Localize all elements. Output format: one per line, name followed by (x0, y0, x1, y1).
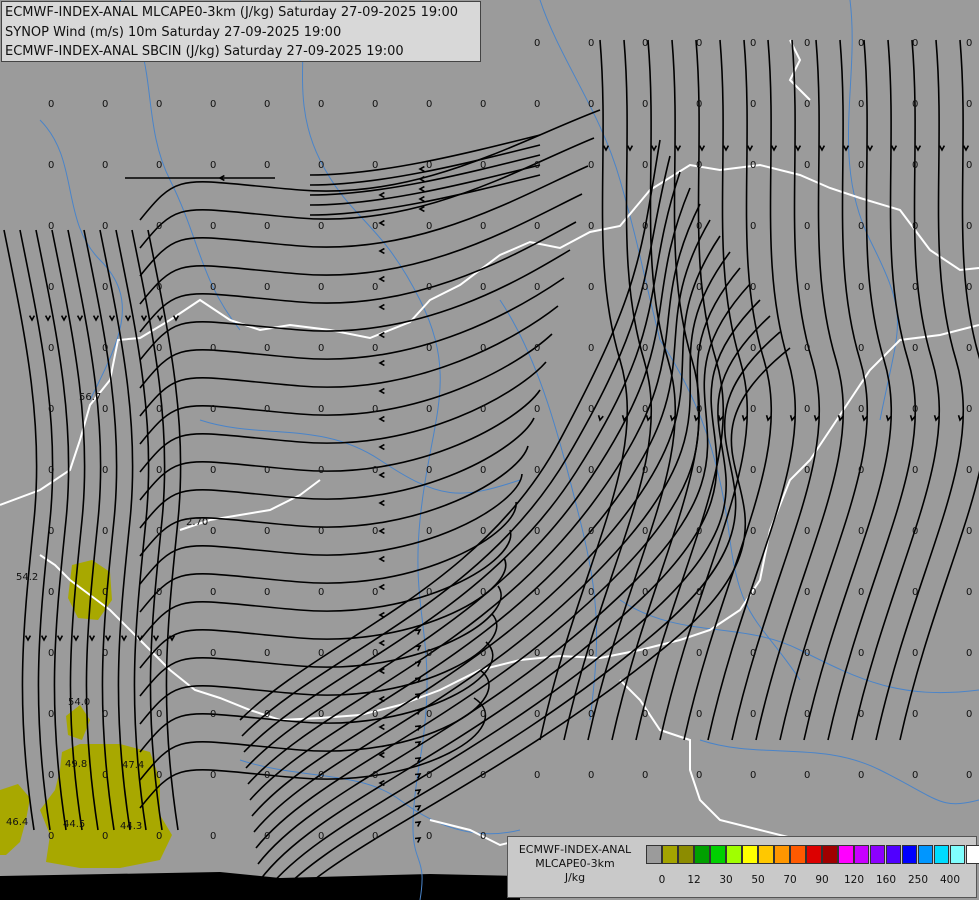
legend-swatch (853, 845, 870, 864)
color-legend: ECMWF-INDEX-ANAL MLCAPE0-3km J/kg 0 12 30 5… (507, 836, 979, 898)
legend-swatch (869, 845, 886, 864)
legend-model: ECMWF-INDEX-ANAL (518, 843, 632, 856)
legend-swatch (837, 845, 854, 864)
legend-swatch (646, 845, 662, 864)
legend-swatch (773, 845, 790, 864)
legend-tick-label: 120 (843, 874, 865, 886)
legend-swatch (677, 845, 694, 864)
legend-swatch (725, 845, 742, 864)
legend-swatch (885, 845, 902, 864)
legend-unit: J/kg (564, 871, 586, 884)
title-line-wind: SYNOP Wind (m/s) 10m Saturday 27-09-2025… (5, 24, 342, 40)
title-line-cape: ECMWF-INDEX-ANAL MLCAPE0-3km (J/kg) Satu… (5, 5, 459, 20)
legend-ticks: 0 12 30 50 70 90 120 160 250 400 (646, 874, 976, 888)
legend-swatch (965, 845, 979, 864)
legend-tick-label: 70 (783, 874, 797, 886)
legend-swatch (693, 845, 710, 864)
legend-swatches (646, 845, 979, 865)
legend-swatch (757, 845, 774, 864)
legend-swatch (917, 845, 934, 864)
legend-tick-label: 30 (719, 874, 733, 886)
legend-swatch (949, 845, 966, 864)
map-title-box: ECMWF-INDEX-ANAL MLCAPE0-3km (J/kg) Satu… (1, 1, 481, 62)
legend-parameter: MLCAPE0-3km (535, 857, 615, 870)
legend-tick-label: 50 (751, 874, 765, 886)
legend-swatch (901, 845, 918, 864)
legend-tick-label: 90 (815, 874, 829, 886)
legend-title: ECMWF-INDEX-ANAL MLCAPE0-3km J/kg (508, 843, 642, 885)
legend-tick-label: 250 (907, 874, 929, 886)
title-line-cin: ECMWF-INDEX-ANAL SBCIN (J/kg) Saturday 2… (5, 44, 404, 59)
legend-swatch (661, 845, 678, 864)
legend-swatch (741, 845, 758, 864)
legend-tick-label: 160 (875, 874, 897, 886)
legend-tick-label: 400 (939, 874, 961, 886)
legend-tick-label: 0 (658, 874, 666, 886)
map-view[interactable]: 0000000000000000000000000000000000000000… (0, 0, 979, 900)
sea-area (0, 872, 520, 900)
weather-map[interactable] (0, 0, 979, 900)
legend-swatch (821, 845, 838, 864)
legend-swatch (933, 845, 950, 864)
legend-swatch (789, 845, 806, 864)
legend-swatch (805, 845, 822, 864)
legend-tick-label: 12 (687, 874, 701, 886)
legend-swatch (709, 845, 726, 864)
